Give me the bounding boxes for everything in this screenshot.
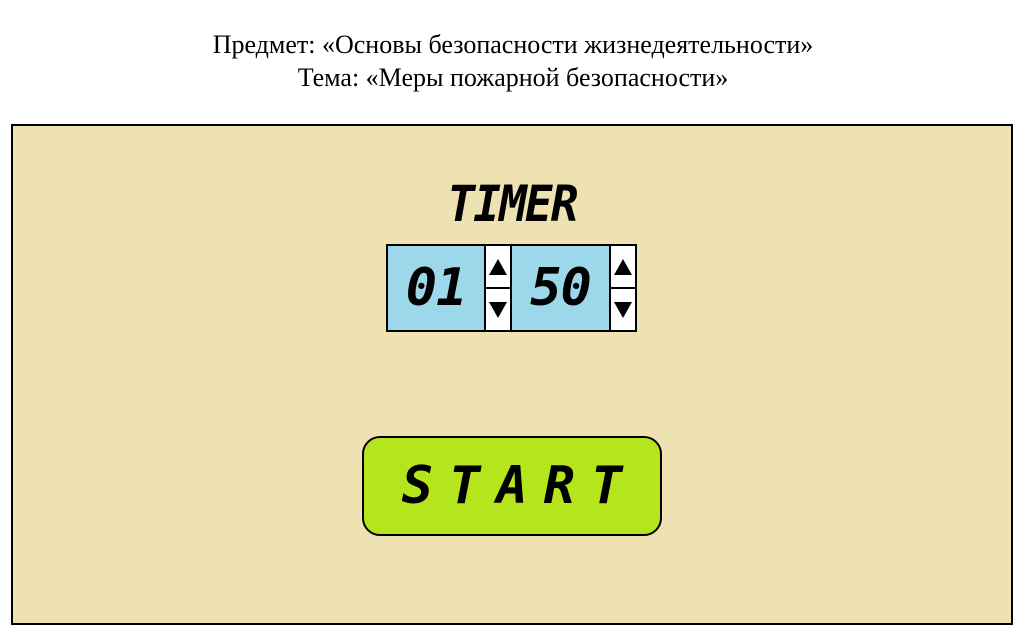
- minutes-increment-button[interactable]: [486, 246, 510, 289]
- seconds-increment-button[interactable]: [611, 246, 635, 289]
- seconds-stepper[interactable]: 50: [510, 244, 637, 332]
- minutes-value[interactable]: 01: [388, 246, 484, 330]
- page-header: Предмет: «Основы безопасности жизнедеяте…: [0, 28, 1026, 94]
- triangle-down-icon: [489, 301, 507, 318]
- seconds-arrows: [609, 246, 635, 330]
- seconds-decrement-button[interactable]: [611, 289, 635, 330]
- start-button-label: START: [401, 456, 639, 516]
- triangle-up-icon: [614, 258, 632, 275]
- subject-title: Предмет: «Основы безопасности жизнедеяте…: [212, 30, 814, 59]
- start-button[interactable]: START: [362, 436, 662, 536]
- topic-title: Тема: «Меры пожарной безопасности»: [297, 63, 729, 92]
- seconds-value[interactable]: 50: [512, 246, 609, 330]
- minutes-decrement-button[interactable]: [486, 289, 510, 330]
- minutes-stepper[interactable]: 01: [386, 244, 512, 332]
- minutes-arrows: [484, 246, 510, 330]
- triangle-down-icon: [614, 301, 632, 318]
- triangle-up-icon: [489, 258, 507, 275]
- timer-title: TIMER: [447, 175, 578, 233]
- timer-panel: TIMER 01 50 START: [11, 124, 1013, 625]
